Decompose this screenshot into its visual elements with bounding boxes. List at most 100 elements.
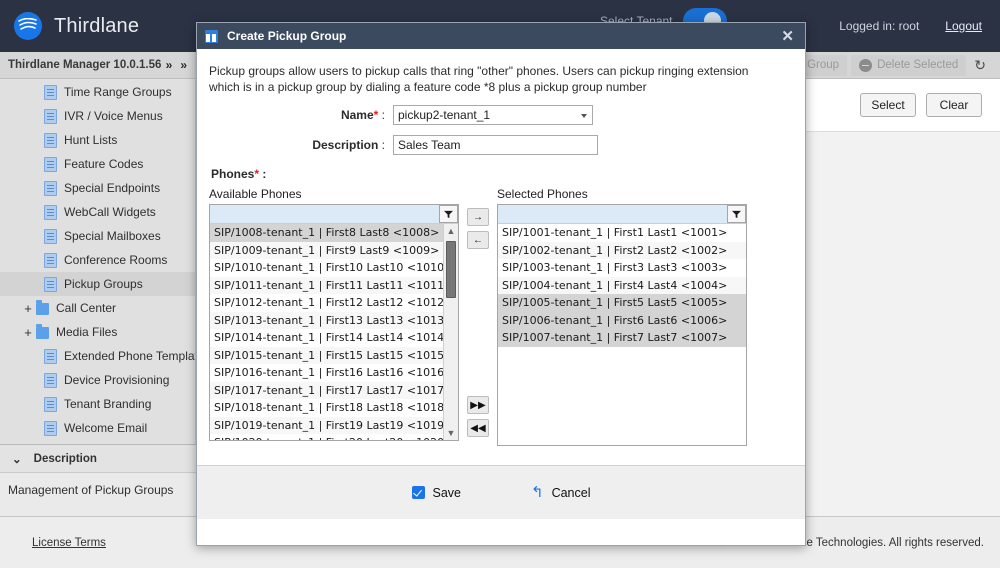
list-item[interactable]: SIP/1019-tenant_1 | First19 Last19 <1019… <box>210 416 458 434</box>
list-item[interactable]: SIP/1013-tenant_1 | First13 Last13 <1013… <box>210 311 458 329</box>
sidebar-item-welcome-email[interactable]: Welcome Email <box>0 416 195 440</box>
sidebar-item-special-endpoints[interactable]: Special Endpoints <box>0 176 195 200</box>
document-icon <box>44 348 57 364</box>
list-item[interactable]: SIP/1014-tenant_1 | First14 Last14 <1014… <box>210 329 458 347</box>
list-item[interactable]: SIP/1011-tenant_1 | First11 Last11 <1011… <box>210 276 458 294</box>
scroll-up-icon[interactable]: ▲ <box>444 224 458 238</box>
folder-icon <box>36 300 49 315</box>
sidebar-item-label: Welcome Email <box>64 421 148 435</box>
list-item[interactable]: SIP/1010-tenant_1 | First10 Last10 <1010… <box>210 259 458 277</box>
clear-button[interactable]: Clear <box>926 93 982 117</box>
sidebar-item-pickup-groups[interactable]: Pickup Groups <box>0 272 195 296</box>
available-phones-listbox[interactable]: SIP/1008-tenant_1 | First8 Last8 <1008> S… <box>209 204 459 441</box>
sidebar-item-media-files[interactable]: + Media Files <box>0 320 195 344</box>
thirdlane-waves-icon <box>14 12 42 40</box>
chevron-up-double-icon[interactable]: » <box>166 58 173 72</box>
phones-required-marker: * <box>254 167 260 181</box>
sidebar-header: Thirdlane Manager 10.0.1.56 » » <box>0 52 195 79</box>
delete-selected-button[interactable]: Delete Selected <box>851 54 967 76</box>
window-icon <box>205 29 218 43</box>
sidebar-item-conference-rooms[interactable]: Conference Rooms <box>0 248 195 272</box>
sidebar-item-hunt-lists[interactable]: Hunt Lists <box>0 128 195 152</box>
name-select[interactable]: pickup2-tenant_1 <box>393 105 593 125</box>
sidebar-item-webcall-widgets[interactable]: WebCall Widgets <box>0 200 195 224</box>
save-button[interactable]: Save <box>411 485 462 500</box>
list-item[interactable]: SIP/1016-tenant_1 | First16 Last16 <1016… <box>210 364 458 382</box>
sidebar-item-tenant-branding[interactable]: Tenant Branding <box>0 392 195 416</box>
list-item[interactable]: SIP/1018-tenant_1 | First18 Last18 <1018… <box>210 399 458 417</box>
sidebar-item-extended-phone-templat[interactable]: Extended Phone Templat... <box>0 344 195 368</box>
selected-phones-rows: SIP/1001-tenant_1 | First1 Last1 <1001> S… <box>498 224 746 347</box>
filter-icon[interactable] <box>439 205 458 223</box>
tree-rows-container: Time Range Groups IVR / Voice Menus Hunt L… <box>0 80 195 440</box>
list-item[interactable]: SIP/1002-tenant_1 | First2 Last2 <1002> <box>498 241 746 259</box>
sidebar-item-ivr-voice-menus[interactable]: IVR / Voice Menus <box>0 104 195 128</box>
move-right-button[interactable]: → <box>467 208 489 226</box>
refresh-icon[interactable]: ↻ <box>970 57 990 74</box>
document-icon <box>44 252 57 268</box>
list-item[interactable]: SIP/1009-tenant_1 | First9 Last9 <1009> <box>210 241 458 259</box>
document-icon <box>44 276 57 292</box>
sidebar-item-label: Special Endpoints <box>64 181 161 195</box>
scrollbar-thumb[interactable] <box>446 241 456 298</box>
chevron-down-icon <box>581 114 587 118</box>
name-label-text: Name <box>340 108 374 122</box>
logged-in-label: Logged in: root <box>839 19 920 33</box>
list-item[interactable]: SIP/1004-tenant_1 | First4 Last4 <1004> <box>498 276 746 294</box>
available-list-scrollbar[interactable]: ▲ ▼ <box>443 224 458 440</box>
sidebar-item-label: Hunt Lists <box>64 133 118 147</box>
list-item[interactable]: SIP/1005-tenant_1 | First5 Last5 <1005> <box>498 294 746 312</box>
sidebar-item-label: Tenant Branding <box>64 397 152 411</box>
sidebar-header-label: Thirdlane Manager 10.0.1.56 <box>8 59 162 71</box>
selected-phones-listbox[interactable]: SIP/1001-tenant_1 | First1 Last1 <1001> S… <box>497 204 747 446</box>
list-item[interactable]: SIP/1020-tenant_1 | First20 Last20 <1020… <box>210 434 458 440</box>
chevron-down-double-icon[interactable]: » <box>180 58 187 72</box>
list-item[interactable]: SIP/1001-tenant_1 | First1 Last1 <1001> <box>498 224 746 242</box>
brand-area[interactable]: Thirdlane <box>0 12 139 40</box>
dialog-title: Create Pickup Group <box>227 29 347 43</box>
scroll-down-icon[interactable]: ▼ <box>444 426 458 440</box>
name-select-value: pickup2-tenant_1 <box>398 108 491 122</box>
sidebar-item-label: Extended Phone Templat... <box>64 349 195 363</box>
move-all-right-button[interactable]: ▶▶ <box>467 396 489 414</box>
document-icon <box>44 228 57 244</box>
sidebar-item-feature-codes[interactable]: Feature Codes <box>0 152 195 176</box>
expander-icon[interactable]: + <box>22 325 34 340</box>
sidebar-item-label: Feature Codes <box>64 157 144 171</box>
license-terms-link[interactable]: License Terms <box>16 537 106 549</box>
undo-arrow-icon: ↰ <box>531 484 544 501</box>
list-item[interactable]: SIP/1007-tenant_1 | First7 Last7 <1007> <box>498 329 746 347</box>
sidebar-header-controls: » » <box>166 58 187 72</box>
description-input[interactable]: Sales Team <box>393 135 598 155</box>
move-all-left-button[interactable]: ◀◀ <box>467 419 489 437</box>
transfer-all-buttons: ▶▶ ◀◀ <box>467 396 489 437</box>
document-icon <box>44 204 57 220</box>
sidebar-item-device-provisioning[interactable]: Device Provisioning <box>0 368 195 392</box>
sidebar-item-label: Time Range Groups <box>64 85 172 99</box>
move-left-button[interactable]: ← <box>467 231 489 249</box>
list-item[interactable]: SIP/1012-tenant_1 | First12 Last12 <1012… <box>210 294 458 312</box>
document-icon <box>44 132 57 148</box>
chevron-down-icon[interactable]: ⌄ <box>12 452 22 466</box>
logout-link[interactable]: Logout <box>945 19 982 33</box>
phones-label-text: Phones <box>211 167 255 181</box>
filter-icon[interactable] <box>727 205 746 223</box>
expander-icon[interactable]: + <box>22 301 34 316</box>
sidebar-item-time-range-groups[interactable]: Time Range Groups <box>0 80 195 104</box>
list-item[interactable]: SIP/1003-tenant_1 | First3 Last3 <1003> <box>498 259 746 277</box>
save-checkbox-icon <box>411 486 425 499</box>
cancel-button[interactable]: ↰ Cancel <box>531 485 591 500</box>
sidebar-item-call-center[interactable]: + Call Center <box>0 296 195 320</box>
sidebar-item-label: Pickup Groups <box>64 277 143 291</box>
list-item[interactable]: SIP/1017-tenant_1 | First17 Last17 <1017… <box>210 381 458 399</box>
description-panel-header[interactable]: ⌄ Description <box>0 445 196 473</box>
list-item[interactable]: SIP/1015-tenant_1 | First15 Last15 <1015… <box>210 346 458 364</box>
list-item[interactable]: SIP/1008-tenant_1 | First8 Last8 <1008> <box>210 224 458 242</box>
list-item[interactable]: SIP/1006-tenant_1 | First6 Last6 <1006> <box>498 311 746 329</box>
sidebar-item-special-mailboxes[interactable]: Special Mailboxes <box>0 224 195 248</box>
save-button-label: Save <box>432 485 462 500</box>
dual-list-selector: Available Phones SIP/1008-tenant_1 | Fir… <box>203 187 787 447</box>
select-button[interactable]: Select <box>860 93 916 117</box>
close-icon[interactable]: ✕ <box>778 29 797 44</box>
description-panel-title: Description <box>33 452 97 465</box>
